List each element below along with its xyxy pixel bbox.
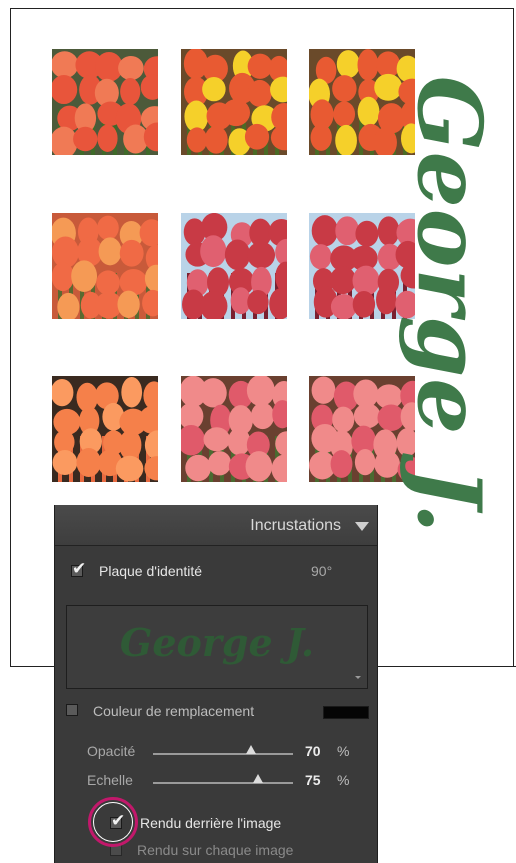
panel-title: Incrustations bbox=[250, 517, 341, 534]
thumb-r2c2[interactable] bbox=[181, 213, 287, 319]
plate-dropdown-arrow-icon[interactable] bbox=[355, 676, 361, 679]
plate-preview-text: George J. bbox=[119, 620, 315, 665]
highlight-circle-annotation bbox=[88, 797, 138, 847]
disclosure-triangle-icon[interactable] bbox=[355, 522, 369, 531]
opacity-label: Opacité bbox=[87, 743, 136, 759]
thumb-r1c2[interactable] bbox=[181, 49, 287, 155]
render-behind-label: Rendu derrière l'image bbox=[140, 815, 282, 831]
thumb-r2c1[interactable] bbox=[52, 213, 158, 319]
identity-plate-preview[interactable]: George J. bbox=[66, 605, 368, 689]
identity-plate-row: Plaque d'identité 90° bbox=[55, 559, 377, 583]
scale-unit: % bbox=[337, 772, 350, 788]
scale-value[interactable]: 75 bbox=[305, 772, 321, 788]
identity-plate-label: Plaque d'identité bbox=[99, 563, 203, 579]
opacity-slider-track[interactable] bbox=[153, 753, 293, 755]
override-color-swatch[interactable] bbox=[323, 706, 369, 719]
thumb-r1c1[interactable] bbox=[52, 49, 158, 155]
thumb-r3c2[interactable] bbox=[181, 376, 287, 482]
identity-plate-overlay: George J. bbox=[397, 60, 501, 550]
override-color-label: Couleur de remplacement bbox=[93, 703, 255, 719]
rotation-value[interactable]: 90° bbox=[311, 563, 332, 579]
render-every-label: Rendu sur chaque image bbox=[137, 842, 294, 858]
identity-plate-checkbox[interactable] bbox=[71, 559, 86, 579]
opacity-slider-thumb[interactable] bbox=[246, 745, 256, 754]
thumb-r3c1[interactable] bbox=[52, 376, 158, 482]
override-color-checkbox[interactable] bbox=[66, 704, 78, 716]
identity-plate-text: George J. bbox=[397, 75, 502, 535]
opacity-unit: % bbox=[337, 743, 350, 759]
scale-label: Echelle bbox=[87, 772, 133, 788]
opacity-value[interactable]: 70 bbox=[305, 743, 321, 759]
scale-slider-thumb[interactable] bbox=[253, 774, 263, 783]
scale-slider-track[interactable] bbox=[153, 782, 293, 784]
panel-header[interactable]: Incrustations bbox=[55, 505, 377, 546]
